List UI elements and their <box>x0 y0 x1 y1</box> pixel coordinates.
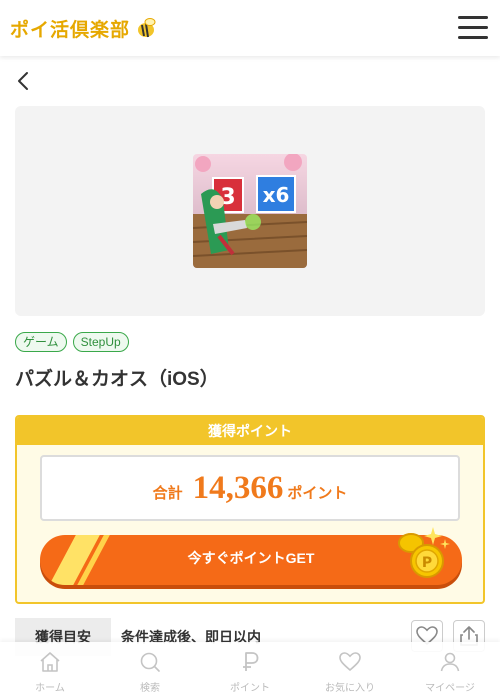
menu-bar <box>458 16 488 19</box>
point-icon <box>243 652 259 671</box>
nav-favorites[interactable]: お気に入り <box>300 642 400 700</box>
menu-bar <box>458 26 488 29</box>
total-label: 合計 <box>152 484 183 502</box>
bottom-nav: ホーム 検索 ポイント お気に入り マイページ <box>0 642 500 700</box>
nav-search[interactable]: 検索 <box>100 642 200 700</box>
nav-point[interactable]: ポイント <box>200 642 300 700</box>
nav-search-label: 検索 <box>140 683 160 694</box>
offer-image-panel: 3 x6 <box>15 106 485 316</box>
logo-text: ポイ活倶楽部 <box>10 18 131 41</box>
site-header: ポイ活倶楽部 <box>0 0 500 56</box>
menu-bar <box>458 36 488 39</box>
coin-sparkle-icon: P <box>398 527 450 578</box>
hamburger-menu-icon[interactable] <box>457 14 489 42</box>
nav-point-label: ポイント <box>230 683 270 694</box>
points-panel: 獲得ポイント 合計 14,366 ポイント 今すぐポイントGET P <box>15 415 485 604</box>
chevron-left-icon[interactable] <box>12 68 36 94</box>
offer-title: パズル＆カオス（iOS） <box>15 369 219 390</box>
page: ポイ活倶楽部 3 x6 ゲーム StepUp パズル＆カオス（iOS） 獲得ポイ… <box>0 0 500 700</box>
nav-mypage-label: マイページ <box>425 683 475 694</box>
nav-home-label: ホーム <box>35 683 65 694</box>
tag-category[interactable]: ゲーム <box>15 332 67 352</box>
nav-mypage[interactable]: マイページ <box>400 642 500 700</box>
site-logo[interactable]: ポイ活倶楽部 <box>10 13 158 43</box>
total-points-unit: ポイント <box>287 484 348 502</box>
heart-icon <box>339 652 361 672</box>
game-app-icon: 3 x6 <box>193 154 307 268</box>
offer-tags: ゲーム StepUp <box>15 332 129 352</box>
nav-home[interactable]: ホーム <box>0 642 100 700</box>
svg-text:x6: x6 <box>263 183 290 207</box>
svg-text:P: P <box>422 555 432 571</box>
home-icon <box>40 652 60 672</box>
user-icon <box>440 652 460 672</box>
search-icon <box>140 652 160 672</box>
bee-icon <box>138 18 156 38</box>
tag-stepup[interactable]: StepUp <box>72 332 129 352</box>
total-points-value: 14,366 <box>192 469 284 506</box>
total-points-box: 合計 14,366 ポイント <box>40 455 460 521</box>
nav-favorites-label: お気に入り <box>325 683 375 694</box>
points-header: 獲得ポイント <box>17 417 483 445</box>
